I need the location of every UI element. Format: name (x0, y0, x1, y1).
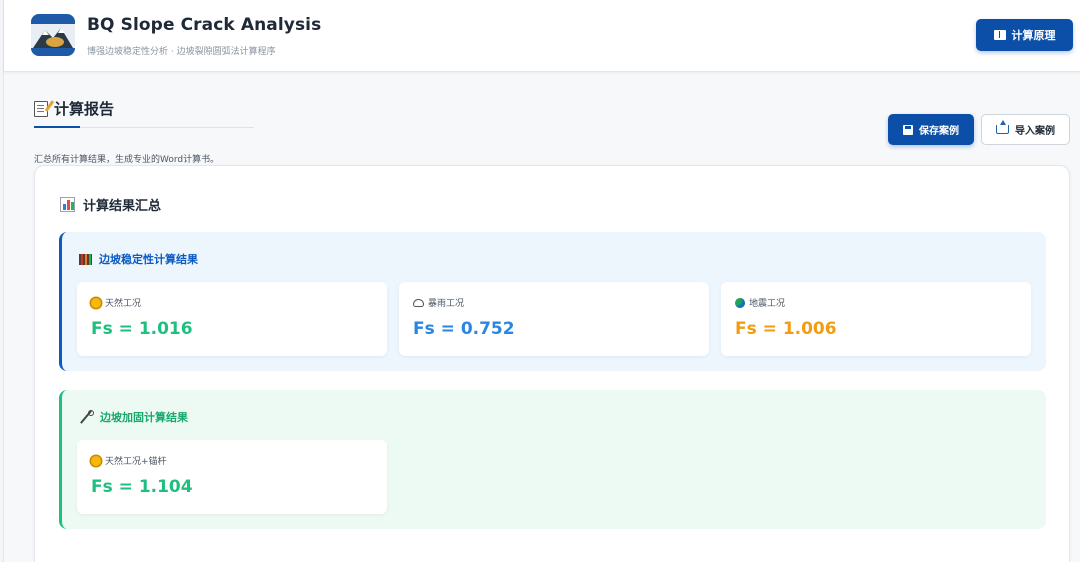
bar-chart-icon (60, 197, 75, 212)
slope-logo-icon (31, 14, 75, 56)
brick-icon (79, 253, 92, 265)
book-icon (993, 30, 1006, 40)
save-case-label: 保存案例 (919, 126, 959, 137)
condition-label: 天然工况+锚杆 (105, 457, 167, 467)
inbox-tray-icon (996, 120, 1009, 134)
page-title: 计算报告 (34, 98, 114, 119)
floppy-disk-icon (903, 124, 913, 135)
factor-of-safety-value: Fs = 1.006 (735, 319, 837, 339)
reinforcement-results-panel: 边坡加固计算结果 天然工况+锚杆 Fs = 1.104 (59, 390, 1046, 529)
condition-label: 暴雨工况 (428, 299, 465, 309)
result-label: 地震工况 (735, 296, 785, 309)
app-frame: BQ Slope Crack Analysis 博强边坡稳定性分析 · 边坡裂隙… (3, 0, 1080, 562)
result-card-natural: 天然工况 Fs = 1.016 (77, 282, 387, 356)
app-subtitle: 博强边坡稳定性分析 · 边坡裂隙圆弧法计算程序 (87, 47, 276, 57)
principle-button-label: 计算原理 (1011, 29, 1056, 42)
result-card-rainstorm: 暴雨工况 Fs = 0.752 (399, 282, 709, 356)
stability-results-panel: 边坡稳定性计算结果 天然工况 Fs = 1.016 暴雨工况 Fs = 0.75… (59, 232, 1046, 371)
summary-card: 计算结果汇总 边坡稳定性计算结果 天然工况 Fs = 1.016 暴雨工况 Fs (34, 165, 1070, 562)
result-card-earthquake: 地震工况 Fs = 1.006 (721, 282, 1031, 356)
result-label: 暴雨工况 (413, 296, 464, 309)
page-title-label: 计算报告 (54, 100, 115, 118)
result-card-natural-anchor: 天然工况+锚杆 Fs = 1.104 (77, 440, 387, 514)
anchor-bolt-icon (79, 410, 94, 424)
app-title: BQ Slope Crack Analysis (87, 15, 322, 35)
factor-of-safety-value: Fs = 1.016 (91, 319, 193, 339)
title-divider-accent (34, 126, 80, 128)
app-logo (31, 14, 75, 56)
stability-results-label: 边坡稳定性计算结果 (99, 253, 198, 266)
result-label: 天然工况+锚杆 (91, 454, 167, 467)
stability-results-title: 边坡稳定性计算结果 (79, 251, 198, 267)
principle-button[interactable]: 计算原理 (976, 19, 1073, 51)
import-case-button[interactable]: 导入案例 (981, 114, 1070, 145)
save-case-button[interactable]: 保存案例 (888, 114, 974, 145)
factor-of-safety-value: Fs = 1.104 (91, 477, 193, 497)
sun-icon (91, 455, 101, 466)
condition-label: 天然工况 (105, 299, 142, 309)
factor-of-safety-value: Fs = 0.752 (413, 319, 515, 339)
import-case-label: 导入案例 (1015, 126, 1055, 137)
summary-title-label: 计算结果汇总 (83, 199, 162, 214)
app-header: BQ Slope Crack Analysis 博强边坡稳定性分析 · 边坡裂隙… (4, 0, 1080, 72)
report-description: 汇总所有计算结果，生成专业的Word计算书。 (34, 155, 220, 165)
sun-icon (91, 297, 101, 308)
globe-icon (735, 297, 745, 308)
summary-title: 计算结果汇总 (60, 195, 161, 214)
condition-label: 地震工况 (749, 299, 786, 309)
rain-cloud-icon (413, 298, 424, 307)
reinforcement-results-label: 边坡加固计算结果 (100, 411, 188, 424)
result-label: 天然工况 (91, 296, 141, 309)
memo-icon (34, 100, 48, 117)
reinforcement-results-title: 边坡加固计算结果 (79, 409, 188, 425)
